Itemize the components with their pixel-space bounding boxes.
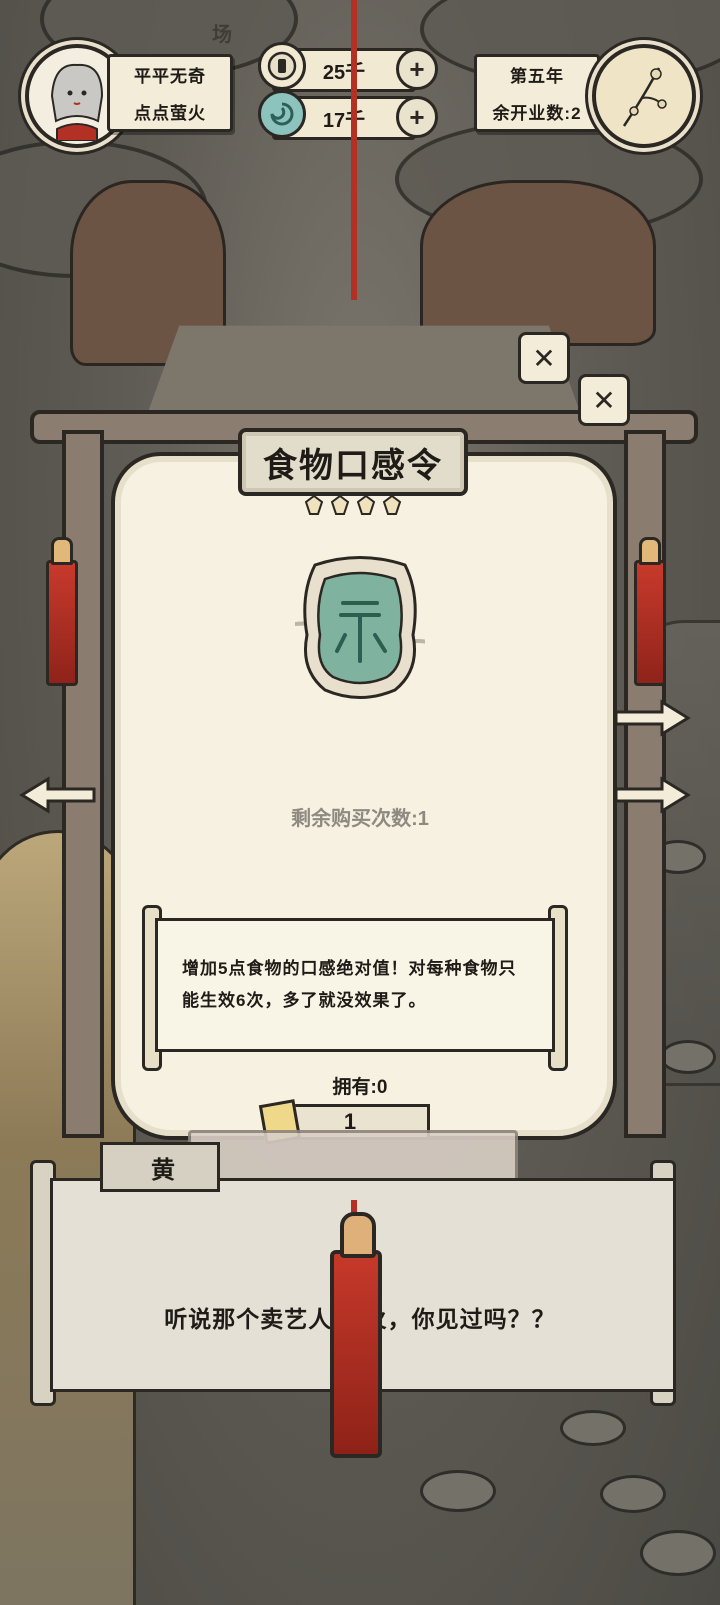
arrow-left-icon[interactable]	[18, 775, 98, 815]
hanging-rope	[351, 0, 357, 300]
gem-value: 17千	[322, 109, 366, 132]
speaker-name-tag: 黄	[100, 1142, 220, 1192]
close-icon[interactable]: ✕	[518, 332, 570, 384]
star-icon	[330, 494, 350, 515]
jade-token-icon[interactable]	[295, 555, 425, 705]
item-title-text: 食物口感令	[263, 446, 443, 485]
add-coin-button[interactable]: +	[396, 48, 438, 90]
owned-count: 拥有:0	[332, 1077, 388, 1098]
coin-value: 25千	[322, 61, 366, 84]
remaining-purchases: 剩余购买次数:1	[291, 808, 429, 830]
map-label-top: 场	[212, 24, 232, 46]
season-year: 第五年	[510, 67, 564, 86]
season-panel[interactable]: 第五年 余开业数:2	[474, 54, 600, 132]
speaker-name: 黄	[151, 1156, 175, 1184]
star-icon	[382, 494, 402, 515]
player-info-panel[interactable]: 平平无奇 点点萤火	[107, 54, 233, 132]
close-button[interactable]: ✕	[578, 374, 630, 426]
item-description: 增加5点食物的口感绝对值！对每种食物只能生效6次，多了就没效果了。	[182, 959, 517, 1010]
pebble	[420, 1470, 496, 1512]
player-name: 平平无奇	[134, 67, 206, 86]
pebble	[640, 1530, 716, 1576]
red-tassel-left	[46, 537, 78, 686]
item-title: 食物口感令	[238, 428, 468, 496]
item-description-scroll: 增加5点食物的口感绝对值！对每种食物只能生效6次，多了就没效果了。	[155, 918, 555, 1052]
add-gem-button[interactable]: +	[396, 96, 438, 138]
arrow-right-icon[interactable]	[612, 775, 692, 815]
copper-coin-icon	[258, 42, 306, 90]
pebble	[600, 1475, 666, 1513]
red-tassel-right	[634, 537, 666, 686]
pebble	[660, 1040, 716, 1074]
big-red-tassel	[330, 1212, 382, 1458]
star-icon	[304, 494, 324, 515]
jade-swirl-icon	[258, 90, 306, 138]
rock-pillar	[420, 180, 656, 346]
pebble	[560, 1410, 626, 1446]
season-emblem[interactable]	[592, 44, 696, 148]
arrow-right-icon[interactable]	[612, 698, 692, 738]
season-remaining: 余开业数:2	[492, 104, 582, 123]
player-subtitle: 点点萤火	[134, 104, 206, 123]
plum-branch-icon	[622, 67, 667, 127]
star-icon	[356, 494, 376, 515]
